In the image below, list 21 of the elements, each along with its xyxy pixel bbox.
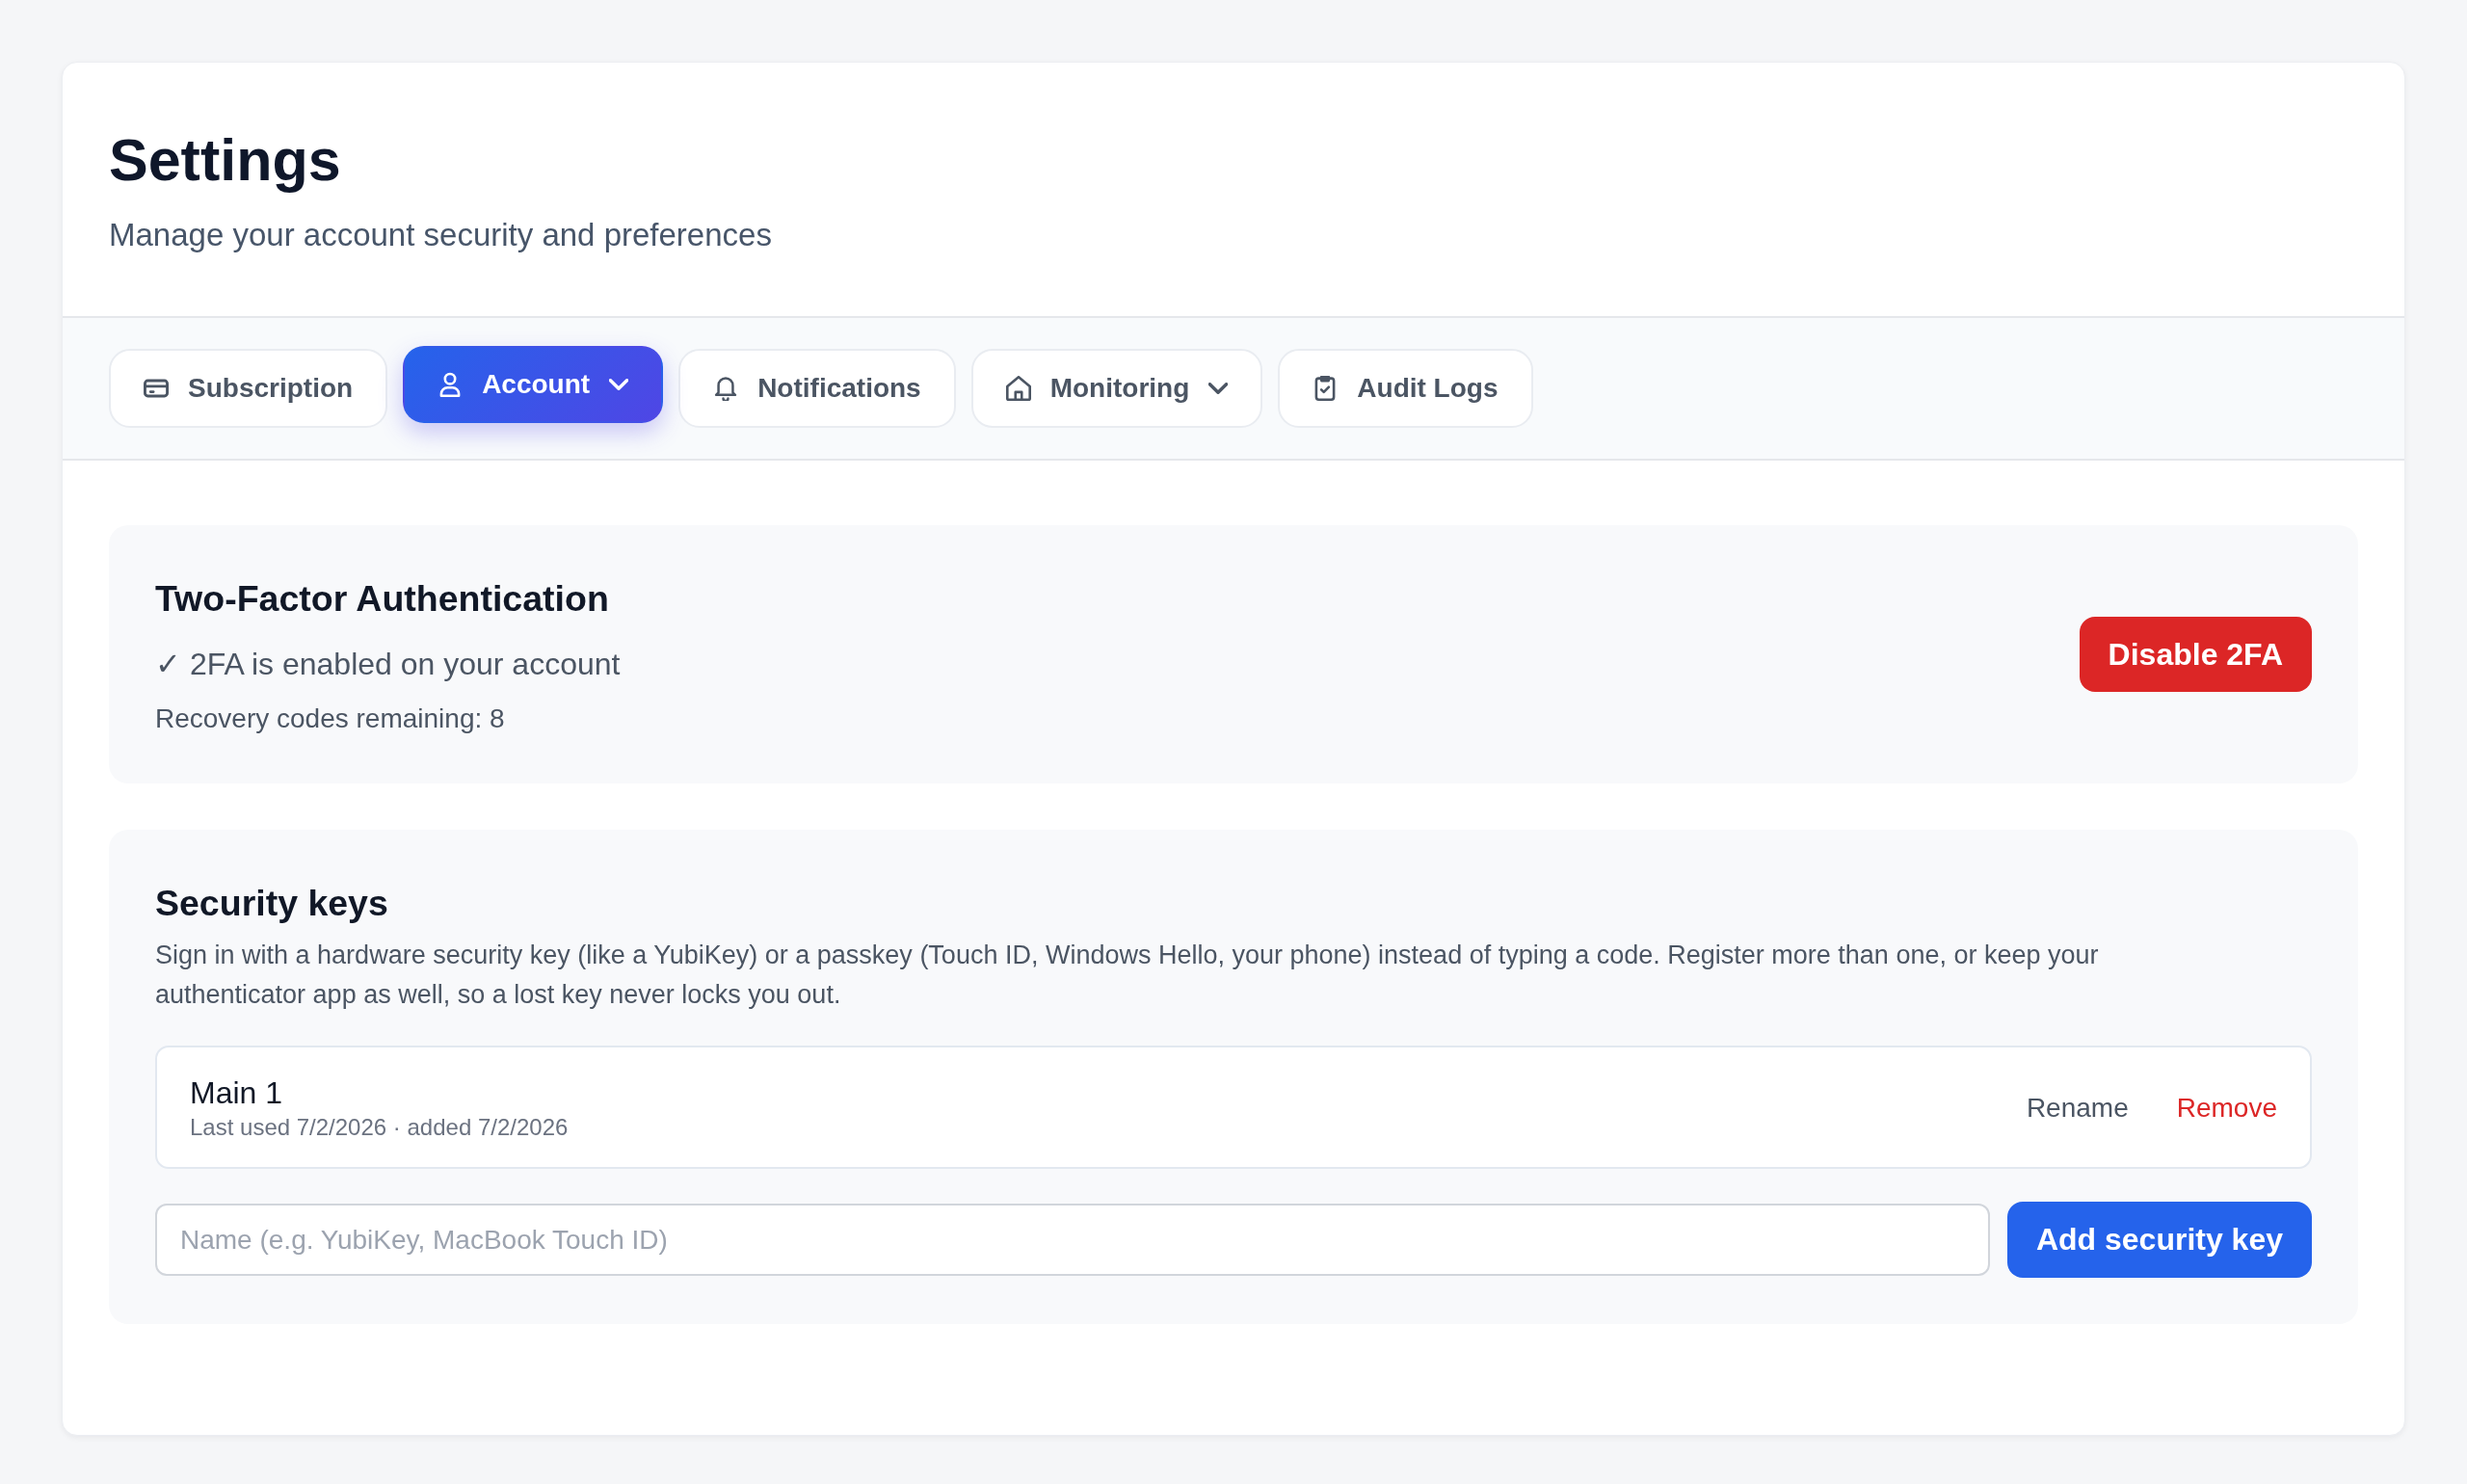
section-title: Security keys xyxy=(155,882,389,925)
key-meta: Last used 7/2/2026 · added 7/2/2026 xyxy=(190,1113,569,1142)
bell-icon xyxy=(713,376,739,401)
key-name: Main 1 xyxy=(190,1074,284,1112)
key-action-button[interactable]: Remove xyxy=(2164,1085,2289,1131)
tab[interactable]: Monitoring xyxy=(970,349,1263,428)
house-icon xyxy=(1005,376,1031,401)
key-action-button[interactable]: Rename xyxy=(2014,1085,2140,1131)
status-text: ✓ 2FA is enabled on your account xyxy=(155,646,621,683)
tab[interactable]: Audit Logs xyxy=(1278,349,1533,428)
page-title: Settings xyxy=(109,126,342,195)
section-title: Two-Factor Authentication xyxy=(155,577,610,621)
key-name-input[interactable]: Name (e.g. YubiKey, MacBook Touch ID) xyxy=(155,1204,1990,1276)
disable-2fa-button[interactable]: Disable 2FA xyxy=(2079,617,2312,692)
tab[interactable]: Subscription xyxy=(109,349,388,428)
tab[interactable]: Notifications xyxy=(678,349,956,428)
recovery-codes-text: Recovery codes remaining: 8 xyxy=(155,702,506,735)
tab[interactable]: Account xyxy=(403,346,664,423)
section-description: Sign in with a hardware security key (like a YubiKey) or a passkey (Touch ID, Windows Hello, your phone) instead of typing a code. Register more than one, or keep your authenticator app as well, so a lost key never locks you out. xyxy=(155,940,2100,1011)
page-subtitle: Manage your account security and preferences xyxy=(109,216,773,254)
add-security-key-button[interactable]: Add security key xyxy=(2006,1202,2312,1278)
